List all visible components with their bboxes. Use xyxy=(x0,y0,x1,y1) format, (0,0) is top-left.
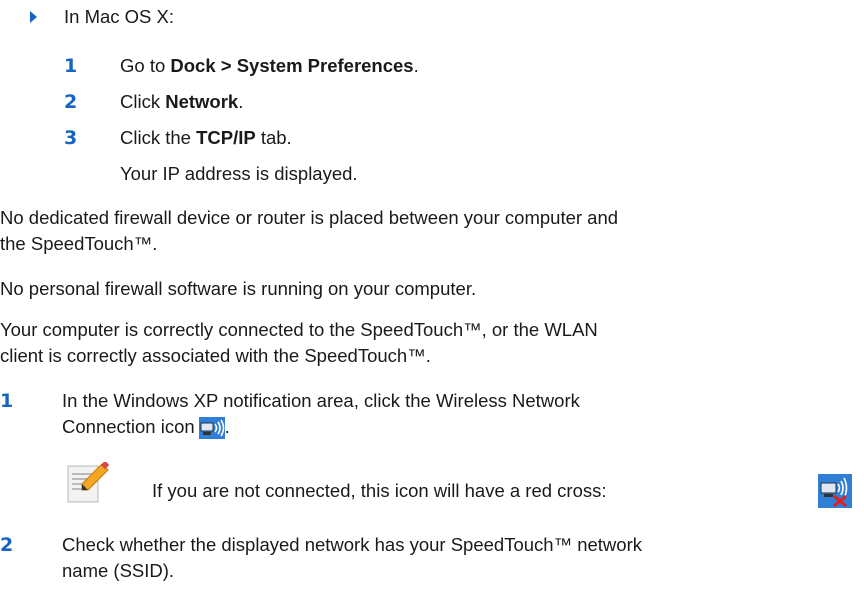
step-1-text: In the Windows XP notification area, cli… xyxy=(62,388,580,446)
mac-result: Your IP address is displayed. xyxy=(120,163,358,184)
step-number: 2 xyxy=(64,91,78,113)
bullet-arrow-icon xyxy=(30,11,37,23)
step-number: 2 xyxy=(0,534,14,556)
paragraph-firewall-device: No dedicated firewall device or router i… xyxy=(0,207,619,254)
mac-step-1: Go to Dock > System Preferences. xyxy=(120,55,419,76)
note-text: If you are not connected, this icon will… xyxy=(152,480,607,501)
wireless-network-disconnected-icon xyxy=(818,474,852,508)
wireless-network-icon xyxy=(198,417,225,446)
note-pencil-icon xyxy=(64,460,118,514)
paragraph-firewall-software: No personal firewall software is running… xyxy=(0,278,477,299)
mac-step-2: Click Network. xyxy=(120,91,244,112)
paragraph-connection: Your computer is correctly connected to … xyxy=(0,319,598,366)
mac-step-3: Click the TCP/IP tab. xyxy=(120,127,292,148)
step-number: 3 xyxy=(64,127,78,149)
step-number: 1 xyxy=(0,390,14,412)
step-2-text: Check whether the displayed network has … xyxy=(62,534,642,581)
mac-intro: In Mac OS X: xyxy=(64,6,175,27)
step-number: 1 xyxy=(64,55,78,77)
